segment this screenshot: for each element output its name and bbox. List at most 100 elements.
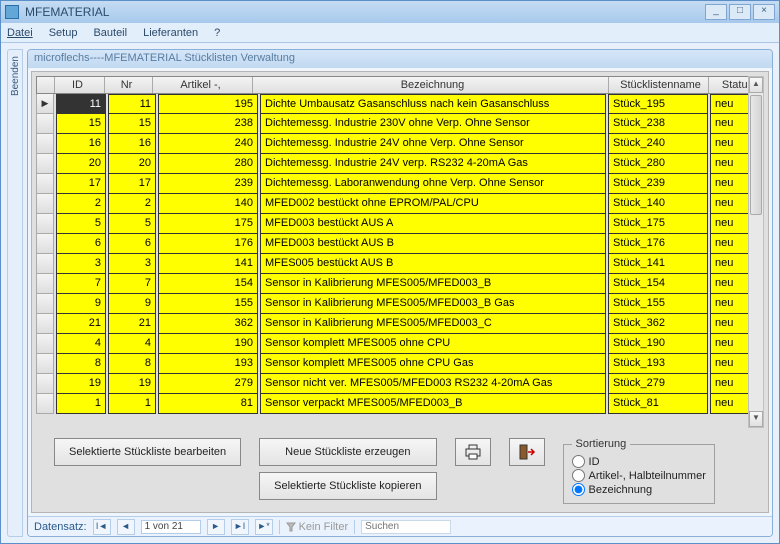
edit-list-button[interactable]: Selektierte Stückliste bearbeiten (54, 438, 241, 466)
table-row[interactable]: 99155Sensor in Kalibrierung MFES005/MFED… (36, 294, 764, 314)
row-selector[interactable] (36, 214, 54, 234)
cell-nr[interactable]: 6 (108, 234, 156, 254)
cell-artikel[interactable]: 155 (158, 294, 258, 314)
cell-artikel[interactable]: 81 (158, 394, 258, 414)
cell-id[interactable]: 4 (56, 334, 106, 354)
copy-list-button[interactable]: Selektierte Stückliste kopieren (259, 472, 436, 500)
cell-id[interactable]: 19 (56, 374, 106, 394)
cell-stuecklistenname[interactable]: Stück_240 (608, 134, 708, 154)
table-row[interactable]: 1616240Dichtemessg. Industrie 24V ohne V… (36, 134, 764, 154)
cell-stuecklistenname[interactable]: Stück_176 (608, 234, 708, 254)
cell-nr[interactable]: 17 (108, 174, 156, 194)
table-row[interactable]: 2121362Sensor in Kalibrierung MFES005/MF… (36, 314, 764, 334)
cell-bezeichnung[interactable]: Dichtemessg. Industrie 230V ohne Verp. O… (260, 114, 606, 134)
cell-stuecklistenname[interactable]: Stück_280 (608, 154, 708, 174)
cell-id[interactable]: 7 (56, 274, 106, 294)
cell-artikel[interactable]: 175 (158, 214, 258, 234)
cell-stuecklistenname[interactable]: Stück_238 (608, 114, 708, 134)
table-row[interactable]: 88193Sensor komplett MFES005 ohne CPU Ga… (36, 354, 764, 374)
cell-artikel[interactable]: 279 (158, 374, 258, 394)
row-selector[interactable] (36, 254, 54, 274)
cell-bezeichnung[interactable]: Sensor in Kalibrierung MFES005/MFED003_B (260, 274, 606, 294)
print-button[interactable] (455, 438, 491, 466)
table-row[interactable]: 2020280Dichtemessg. Industrie 24V verp. … (36, 154, 764, 174)
row-selector[interactable] (36, 154, 54, 174)
cell-bezeichnung[interactable]: Sensor verpackt MFES005/MFED003_B (260, 394, 606, 414)
cell-id[interactable]: 11 (56, 94, 106, 114)
close-button[interactable]: × (753, 4, 775, 20)
cell-artikel[interactable]: 238 (158, 114, 258, 134)
col-header-nr[interactable]: Nr (105, 77, 153, 93)
cell-id[interactable]: 3 (56, 254, 106, 274)
cell-bezeichnung[interactable]: Sensor komplett MFES005 ohne CPU Gas (260, 354, 606, 374)
vertical-scrollbar[interactable]: ▲ ▼ (748, 76, 764, 428)
sort-radio-id[interactable] (572, 455, 585, 468)
row-selector[interactable] (36, 394, 54, 414)
menu-help[interactable]: ? (214, 27, 220, 39)
cell-bezeichnung[interactable]: Dichtemessg. Industrie 24V ohne Verp. Oh… (260, 134, 606, 154)
nav-position[interactable]: 1 von 21 (141, 520, 201, 534)
cell-stuecklistenname[interactable]: Stück_175 (608, 214, 708, 234)
titlebar[interactable]: MFEMATERIAL _ □ × (1, 1, 779, 23)
cell-artikel[interactable]: 195 (158, 94, 258, 114)
nav-new-button[interactable]: ►* (255, 519, 273, 535)
nav-next-button[interactable]: ► (207, 519, 225, 535)
cell-id[interactable]: 8 (56, 354, 106, 374)
cell-artikel[interactable]: 176 (158, 234, 258, 254)
cell-stuecklistenname[interactable]: Stück_141 (608, 254, 708, 274)
sort-radio-bezeichnung[interactable] (572, 483, 585, 496)
cell-id[interactable]: 21 (56, 314, 106, 334)
menu-datei[interactable]: Datei (7, 27, 33, 39)
sort-option-bezeichnung[interactable]: Bezeichnung (572, 483, 706, 496)
cell-bezeichnung[interactable]: Sensor nicht ver. MFES005/MFED003 RS232 … (260, 374, 606, 394)
cell-bezeichnung[interactable]: Dichtemessg. Laboranwendung ohne Verp. O… (260, 174, 606, 194)
table-row[interactable]: 44190Sensor komplett MFES005 ohne CPUStü… (36, 334, 764, 354)
cell-artikel[interactable]: 141 (158, 254, 258, 274)
nav-last-button[interactable]: ►I (231, 519, 249, 535)
nav-prev-button[interactable]: ◄ (117, 519, 135, 535)
row-selector[interactable] (36, 194, 54, 214)
menu-lieferanten[interactable]: Lieferanten (143, 27, 198, 39)
cell-bezeichnung[interactable]: Sensor komplett MFES005 ohne CPU (260, 334, 606, 354)
cell-nr[interactable]: 7 (108, 274, 156, 294)
cell-bezeichnung[interactable]: Sensor in Kalibrierung MFES005/MFED003_C (260, 314, 606, 334)
cell-stuecklistenname[interactable]: Stück_195 (608, 94, 708, 114)
cell-artikel[interactable]: 190 (158, 334, 258, 354)
scroll-up-icon[interactable]: ▲ (749, 77, 763, 93)
table-row[interactable]: 1717239Dichtemessg. Laboranwendung ohne … (36, 174, 764, 194)
cell-id[interactable]: 17 (56, 174, 106, 194)
cell-nr[interactable]: 21 (108, 314, 156, 334)
col-header-stuecklistenname[interactable]: Stücklistenname (609, 77, 709, 93)
cell-bezeichnung[interactable]: MFES005 bestückt AUS B (260, 254, 606, 274)
cell-nr[interactable]: 4 (108, 334, 156, 354)
nav-search-input[interactable] (361, 520, 451, 534)
cell-id[interactable]: 5 (56, 214, 106, 234)
cell-nr[interactable]: 8 (108, 354, 156, 374)
sidebar-beenden[interactable]: Beenden (10, 56, 21, 96)
table-row[interactable]: 55175MFED003 bestückt AUS AStück_175neu (36, 214, 764, 234)
table-row[interactable]: 77154Sensor in Kalibrierung MFES005/MFED… (36, 274, 764, 294)
row-selector[interactable] (36, 354, 54, 374)
sort-option-id[interactable]: ID (572, 455, 706, 468)
table-row[interactable]: 1515238Dichtemessg. Industrie 230V ohne … (36, 114, 764, 134)
cell-nr[interactable]: 3 (108, 254, 156, 274)
cell-artikel[interactable]: 362 (158, 314, 258, 334)
maximize-button[interactable]: □ (729, 4, 751, 20)
table-row[interactable]: 1919279Sensor nicht ver. MFES005/MFED003… (36, 374, 764, 394)
table-row[interactable]: 1181Sensor verpackt MFES005/MFED003_BStü… (36, 394, 764, 414)
cell-bezeichnung[interactable]: Sensor in Kalibrierung MFES005/MFED003_B… (260, 294, 606, 314)
cell-stuecklistenname[interactable]: Stück_362 (608, 314, 708, 334)
cell-stuecklistenname[interactable]: Stück_81 (608, 394, 708, 414)
col-header-bezeichnung[interactable]: Bezeichnung (253, 77, 609, 93)
cell-stuecklistenname[interactable]: Stück_193 (608, 354, 708, 374)
minimize-button[interactable]: _ (705, 4, 727, 20)
row-selector[interactable] (36, 374, 54, 394)
cell-nr[interactable]: 15 (108, 114, 156, 134)
cell-nr[interactable]: 5 (108, 214, 156, 234)
cell-stuecklistenname[interactable]: Stück_190 (608, 334, 708, 354)
cell-bezeichnung[interactable]: Dichtemessg. Industrie 24V verp. RS232 4… (260, 154, 606, 174)
table-row[interactable]: 33141MFES005 bestückt AUS BStück_141neu (36, 254, 764, 274)
cell-id[interactable]: 16 (56, 134, 106, 154)
menu-bauteil[interactable]: Bauteil (93, 27, 127, 39)
scroll-down-icon[interactable]: ▼ (749, 411, 763, 427)
